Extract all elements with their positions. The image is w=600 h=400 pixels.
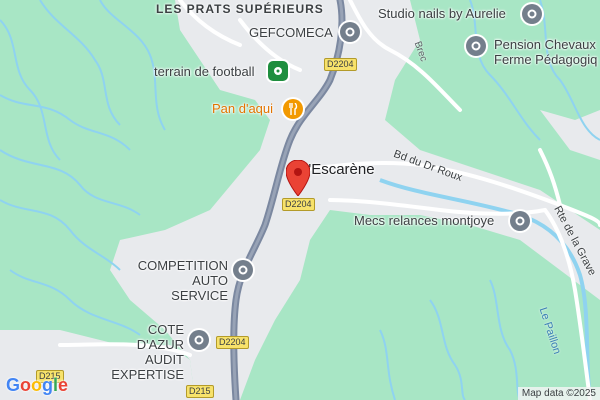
- pension-label[interactable]: Pension Chevaux Ferme Pédagogiq: [494, 37, 600, 69]
- place-icon[interactable]: [522, 4, 542, 24]
- road-shield: D215: [186, 385, 214, 398]
- road-shield: D2204: [216, 336, 249, 349]
- competition-label[interactable]: COMPETITION AUTO SERVICE: [136, 258, 228, 303]
- studio-nails-label[interactable]: Studio nails by Aurelie: [378, 6, 506, 21]
- pan-daqui-label[interactable]: Pan d'aqui: [212, 101, 273, 116]
- google-logo: Google: [6, 375, 69, 395]
- map-pin-icon[interactable]: [285, 159, 311, 201]
- cote-dazur-label[interactable]: COTE D'AZUR AUDIT EXPERTISE: [98, 322, 184, 382]
- football-pitch-icon[interactable]: [268, 61, 288, 81]
- place-icon[interactable]: [466, 36, 486, 56]
- mecs-relances-label[interactable]: Mecs relances montjoye: [354, 213, 494, 228]
- place-icon[interactable]: [340, 22, 360, 42]
- district-label: LES PRATS SUPÉRIEURS: [156, 2, 324, 16]
- place-icon[interactable]: [233, 260, 253, 280]
- road-shield: D2204: [324, 58, 357, 71]
- gefcomeca-label[interactable]: GEFCOMECA: [249, 25, 333, 40]
- football-label[interactable]: terrain de football: [154, 64, 254, 79]
- place-icon[interactable]: [189, 330, 209, 350]
- map-canvas[interactable]: LES PRATS SUPÉRIEURS GEFCOMECA Studio na…: [0, 0, 600, 400]
- map-attribution[interactable]: Map data ©2025: [517, 387, 600, 400]
- fork-knife-icon[interactable]: [283, 99, 303, 119]
- place-icon[interactable]: [510, 211, 530, 231]
- town-label[interactable]: L'Escarène: [300, 161, 375, 178]
